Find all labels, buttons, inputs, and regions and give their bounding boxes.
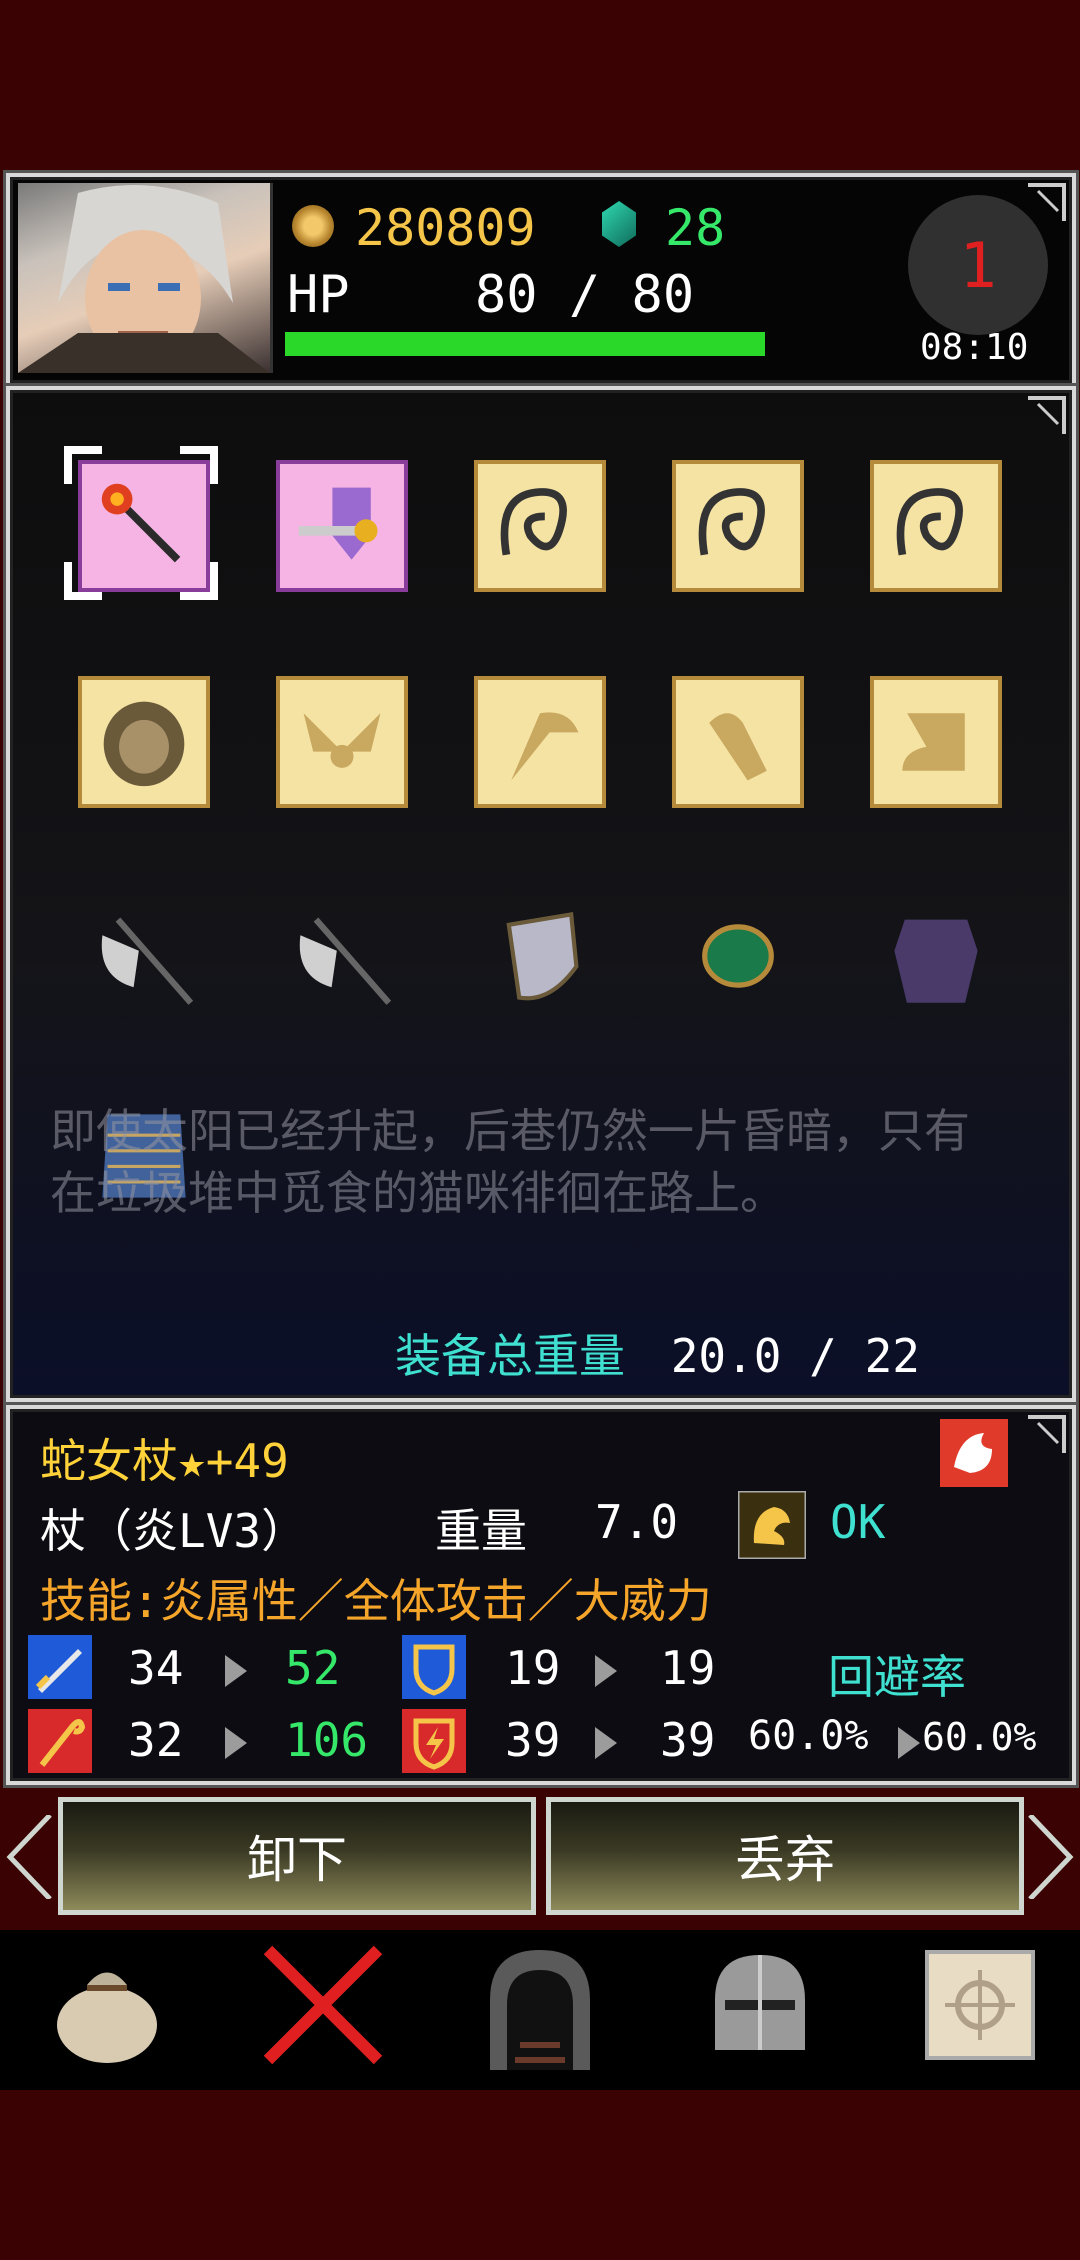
armor-icon [894,919,978,1003]
discard-button[interactable]: 丢弃 [546,1797,1024,1915]
whip-icon [500,488,567,556]
selection-corner [64,562,102,600]
inventory-slot-wings[interactable] [276,676,408,808]
bracer-icon [702,924,774,988]
defense-icon [402,1635,466,1699]
arrow-right-icon [595,1727,617,1759]
attack-icon [28,1635,92,1699]
equip-status: OK [830,1495,886,1549]
flavor-text: 即使太阳已经升起，后巷仍然一片昏暗，只有在垃圾堆中觅食的猫咪徘徊在路上。 [50,1104,970,1220]
ornament-right-icon [1028,1815,1074,1899]
axe-icon [101,917,194,1005]
hp-label: HP [287,265,350,325]
gem-amount: 28 [665,199,726,257]
magic-defense-new: 39 [660,1713,716,1767]
attack-new: 52 [285,1641,341,1695]
inventory-slot-axe[interactable] [276,890,408,1022]
bottom-navigation [0,1930,1080,2090]
game-time: 08:10 [920,327,1029,368]
inventory-slot-lion-helm[interactable] [78,676,210,808]
hp-value: 80 / 80 [475,265,695,325]
helmet-icon[interactable] [695,1940,825,2070]
pickaxe-icon [511,712,579,781]
magic-attack-new: 106 [285,1713,369,1767]
item-skill: 技能:炎属性／全体攻击／大威力 [40,1574,712,1628]
cancel-icon[interactable] [258,1940,388,2070]
arrow-right-icon [225,1727,247,1759]
attack-current: 34 [128,1641,184,1695]
inventory-slot-whip[interactable] [474,460,606,592]
corner-ornament-icon [1028,396,1066,434]
evade-label: 回避率 [828,1650,966,1704]
selection-corner [64,446,102,484]
map-icon[interactable] [915,1940,1045,2070]
corner-ornament-icon [1028,183,1066,221]
inventory-slot-sword[interactable] [276,460,408,592]
strength-icon [738,1491,806,1559]
selection-corner [180,562,218,600]
staff-icon [101,483,181,563]
dungeon-door-icon[interactable] [475,1940,605,2070]
inventory-slot-whip[interactable] [870,460,1002,592]
evade-new: 60.0% [922,1715,1037,1759]
whip-icon [896,488,963,556]
gauntlet-icon [709,713,767,781]
defense-current: 19 [505,1641,561,1695]
shield-icon [506,911,579,1001]
status-header: 280809 28 HP 80 / 80 1 08:10 [6,173,1076,387]
turn-number: 1 [959,228,997,302]
corner-ornament-icon [1028,1415,1066,1453]
arrow-right-icon [898,1727,920,1759]
hero-portrait[interactable] [18,183,273,373]
item-weight: 7.0 [595,1495,679,1549]
boots-icon [902,713,965,771]
magic-defense-current: 39 [505,1713,561,1767]
axe-icon [299,917,392,1005]
lion-helm-icon [103,701,185,787]
arrow-right-icon [225,1655,247,1687]
magic-attack-current: 32 [128,1713,184,1767]
coin-icon [292,205,334,247]
item-detail-panel: 蛇女杖★+49 杖（炎LV3） 重量 7.0 OK 技能:炎属性／全体攻击／大威… [6,1405,1076,1785]
turn-counter[interactable]: 1 [908,195,1048,335]
magic-defense-icon [402,1709,466,1773]
ornament-left-icon [6,1815,52,1899]
gold-amount: 280809 [355,199,536,257]
selection-corner [180,446,218,484]
arrow-right-icon [595,1655,617,1687]
inventory-slot-whip[interactable] [672,460,804,592]
total-weight: 装备总重量 20.0 / 22 [395,1320,920,1386]
evade-current: 60.0% [748,1713,869,1759]
whip-icon [698,488,765,556]
inventory-slot-shield[interactable] [474,890,606,1022]
hp-bar [285,332,765,356]
inventory-panel: 即使太阳已经升起，后巷仍然一片昏暗，只有在垃圾堆中觅食的猫咪徘徊在路上。 装备总… [6,386,1076,1402]
unequip-button[interactable]: 卸下 [58,1797,536,1915]
inventory-slot-boots[interactable] [870,676,1002,808]
inventory-slot-axe[interactable] [78,890,210,1022]
magic-attack-icon [28,1709,92,1773]
inventory-slot-pickaxe[interactable] [474,676,606,808]
inventory-slot-bracer[interactable] [672,890,804,1022]
inventory-slot-armor[interactable] [870,890,1002,1022]
sword-icon [298,487,378,560]
gem-icon [602,201,636,247]
total-weight-value: 20.0 / 22 [670,1329,920,1383]
item-weight-label: 重量 [435,1504,527,1558]
bag-icon[interactable] [42,1940,172,2070]
wings-icon [303,713,381,768]
item-name: 蛇女杖★+49 [40,1434,289,1488]
item-type: 杖（炎LV3） [40,1504,308,1558]
defense-new: 19 [660,1641,716,1695]
hero-face-icon [18,185,270,373]
total-weight-label: 装备总重量 [395,1329,625,1383]
inventory-slot-gauntlet[interactable] [672,676,804,808]
fire-element-icon[interactable] [940,1419,1008,1487]
